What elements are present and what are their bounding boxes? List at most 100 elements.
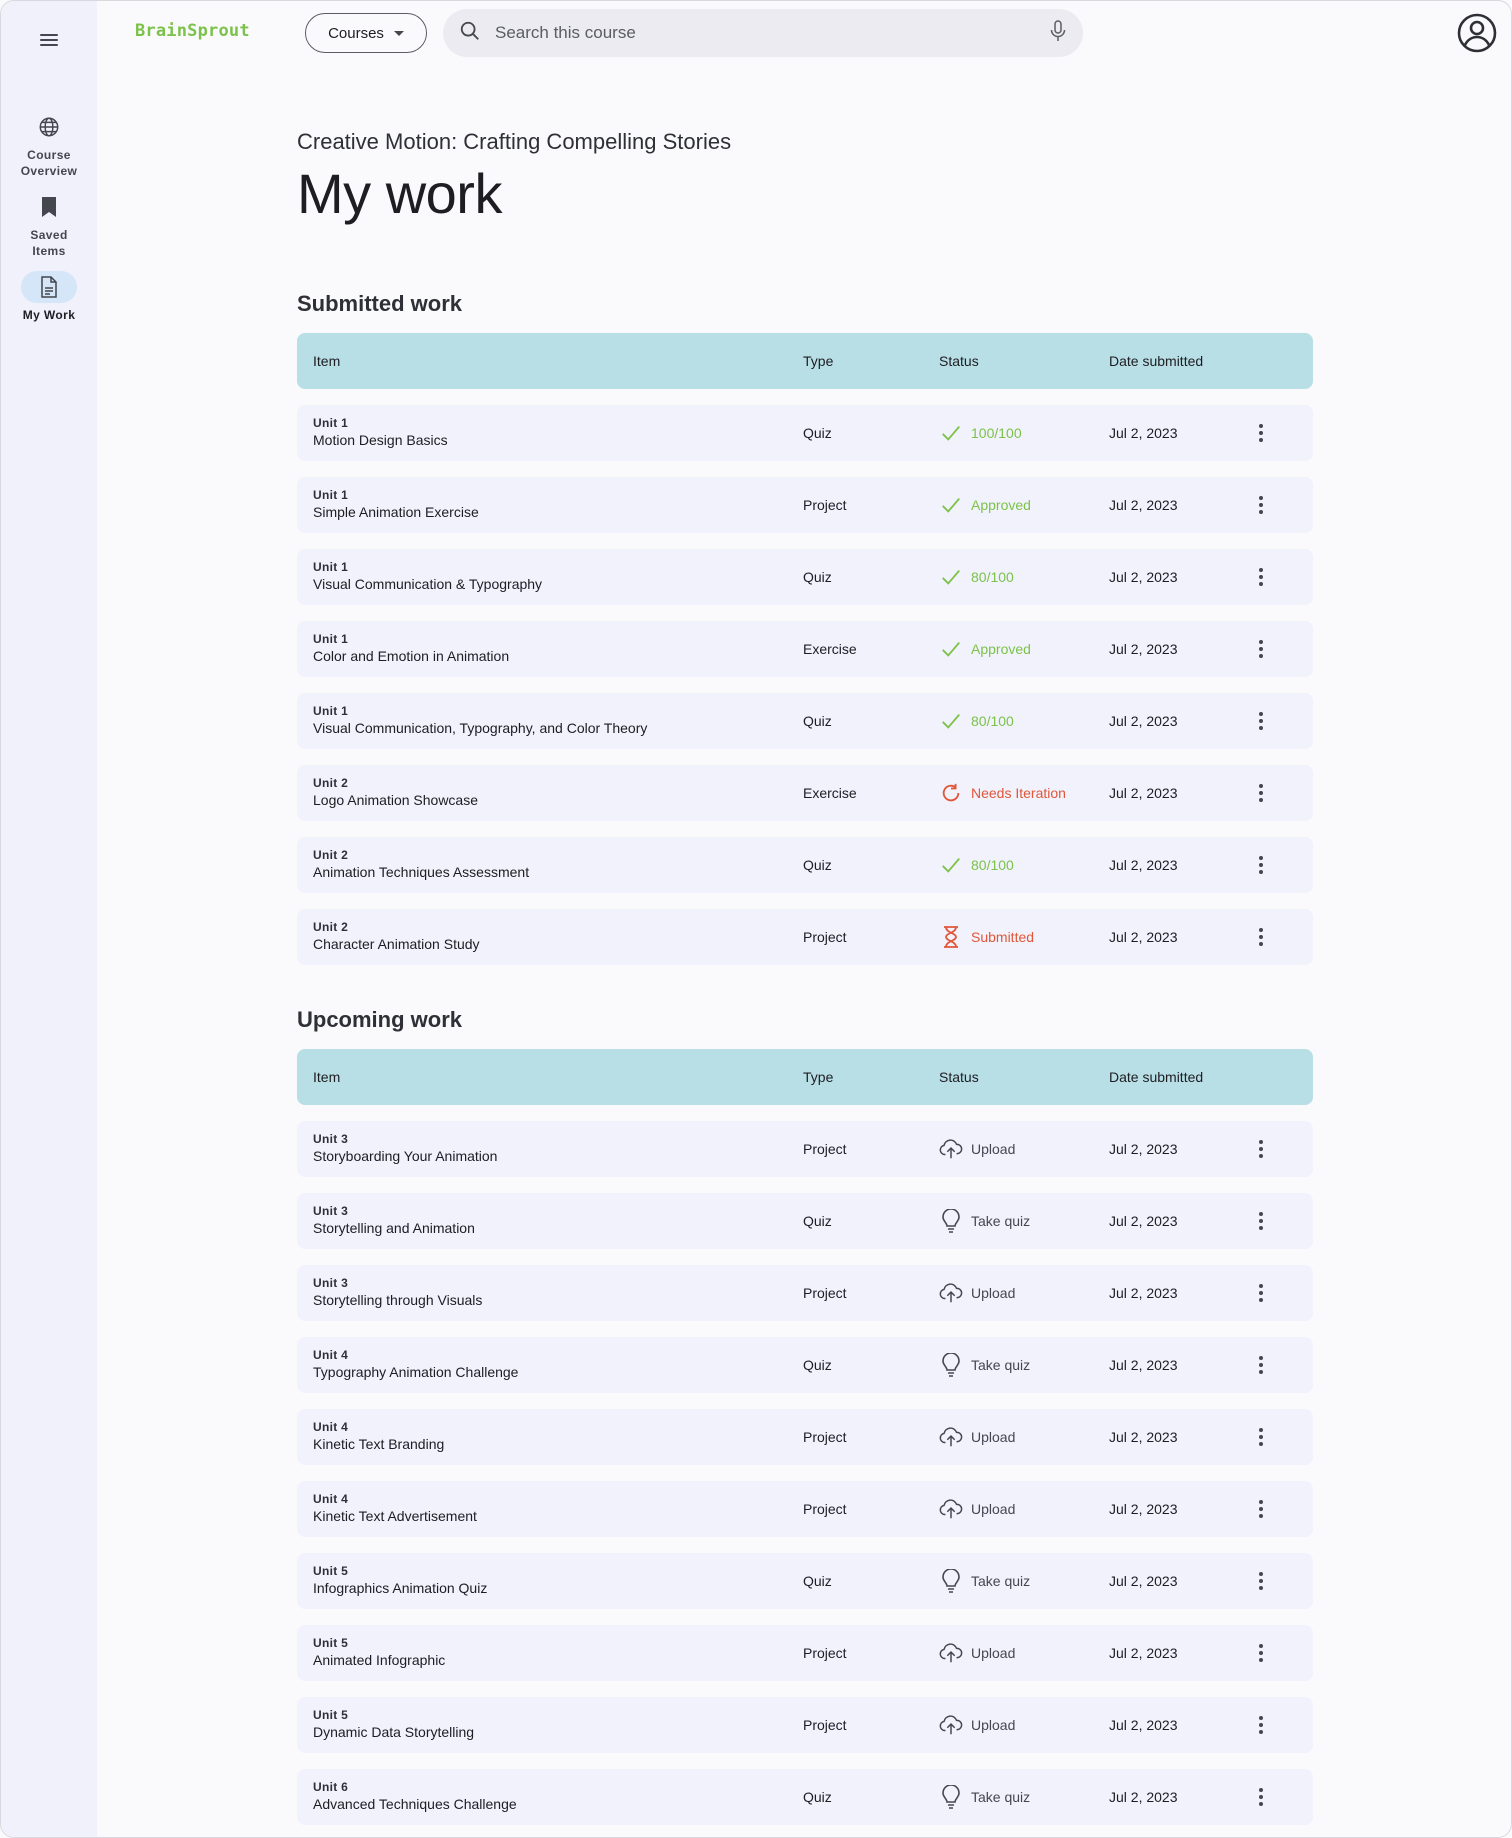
date-cell: Jul 2, 2023 [1109, 785, 1178, 801]
date-cell: Jul 2, 2023 [1109, 641, 1178, 657]
status-text: Upload [971, 1645, 1016, 1661]
table-row[interactable]: Unit 3 Storytelling through Visuals Projec… [297, 1265, 1313, 1321]
status-text: Take quiz [971, 1789, 1031, 1805]
more-options-icon[interactable] [1249, 565, 1273, 589]
column-header-item[interactable]: Item [297, 1069, 803, 1085]
item-name: Dynamic Data Storytelling [313, 1724, 475, 1740]
item-name: Kinetic Text Branding [313, 1436, 445, 1452]
more-options-icon[interactable] [1249, 853, 1273, 877]
table-row[interactable]: Unit 1 Visual Communication & Typography Q… [297, 549, 1313, 605]
upcoming-section-title: Upcoming work [297, 1007, 463, 1032]
column-header-item[interactable]: Item [297, 353, 803, 369]
column-header-type[interactable]: Type [803, 353, 939, 369]
nav-item-my-work[interactable]: My Work [1, 271, 97, 323]
item-cell: Unit 1 Visual Communication & Typography [297, 560, 803, 594]
item-name: Animated Infographic [313, 1652, 446, 1668]
more-options-icon[interactable] [1249, 1497, 1273, 1521]
brand-logo[interactable]: BrainSprout [135, 21, 250, 41]
nav-item-saved-items[interactable]: Saved Items [1, 191, 97, 259]
table-row[interactable]: Unit 4 Typography Animation Challenge Quiz… [297, 1337, 1313, 1393]
status-cell[interactable]: Upload [939, 1137, 1109, 1161]
status-cell[interactable]: Take quiz [939, 1569, 1109, 1593]
nav-item-course-overview[interactable]: Course Overview [1, 111, 97, 179]
table-row[interactable]: Unit 1 Visual Communication, Typography, … [297, 693, 1313, 749]
type-cell: Project [803, 497, 847, 513]
status-cell[interactable]: Upload [939, 1425, 1109, 1449]
table-row[interactable]: Unit 2 Character Animation Study Project Su… [297, 909, 1313, 965]
more-options-icon[interactable] [1249, 925, 1273, 949]
column-header-status[interactable]: Status [939, 1069, 1109, 1085]
date-cell: Jul 2, 2023 [1109, 425, 1178, 441]
table-row[interactable]: Unit 1 Motion Design Basics Quiz 100/100 Jul… [297, 405, 1313, 461]
more-options-icon[interactable] [1249, 1209, 1273, 1233]
more-options-icon[interactable] [1249, 493, 1273, 517]
table-row[interactable]: Unit 1 Color and Emotion in Animation Exer… [297, 621, 1313, 677]
item-cell: Unit 2 Character Animation Study [297, 920, 803, 954]
more-options-icon[interactable] [1249, 1281, 1273, 1305]
date-cell: Jul 2, 2023 [1109, 1141, 1178, 1157]
table-row[interactable]: Unit 1 Simple Animation Exercise Project Ap… [297, 477, 1313, 533]
type-cell: Quiz [803, 1789, 832, 1805]
menu-icon[interactable] [37, 31, 61, 51]
microphone-icon[interactable] [1049, 19, 1067, 47]
date-cell: Jul 2, 2023 [1109, 1213, 1178, 1229]
search-icon[interactable] [459, 20, 481, 47]
status-cell[interactable]: Upload [939, 1713, 1109, 1737]
status-text: Upload [971, 1429, 1016, 1445]
unit-label: Unit 4 [313, 1492, 349, 1506]
table-row[interactable]: Unit 5 Infographics Animation Quiz Quiz Tak… [297, 1553, 1313, 1609]
date-cell: Jul 2, 2023 [1109, 857, 1178, 873]
table-row[interactable]: Unit 2 Logo Animation Showcase Exercise Nee… [297, 765, 1313, 821]
more-options-icon[interactable] [1249, 1785, 1273, 1809]
app-window: Course Overview Saved Items My Work Brai… [0, 0, 1512, 1838]
checkmark-icon [939, 421, 963, 445]
column-header-date[interactable]: Date submitted [1109, 1069, 1249, 1085]
type-cell: Quiz [803, 857, 832, 873]
account-avatar-icon[interactable] [1457, 13, 1497, 53]
courses-dropdown[interactable]: Courses [305, 13, 427, 53]
status-cell[interactable]: Take quiz [939, 1209, 1109, 1233]
item-cell: Unit 4 Kinetic Text Advertisement [297, 1492, 803, 1526]
type-cell: Quiz [803, 1357, 832, 1373]
table-row[interactable]: Unit 4 Kinetic Text Branding Project Upload… [297, 1409, 1313, 1465]
status-cell[interactable]: Upload [939, 1497, 1109, 1521]
item-cell: Unit 2 Animation Techniques Assessment [297, 848, 803, 882]
table-row[interactable]: Unit 3 Storytelling and Animation Quiz Take… [297, 1193, 1313, 1249]
table-row[interactable]: Unit 4 Kinetic Text Advertisement Project U… [297, 1481, 1313, 1537]
status-cell[interactable]: Take quiz [939, 1353, 1109, 1377]
table-row[interactable]: Unit 2 Animation Techniques Assessment Qui… [297, 837, 1313, 893]
more-options-icon[interactable] [1249, 1353, 1273, 1377]
column-header-date[interactable]: Date submitted [1109, 353, 1249, 369]
more-options-icon[interactable] [1249, 1425, 1273, 1449]
date-cell: Jul 2, 2023 [1109, 713, 1178, 729]
more-options-icon[interactable] [1249, 1641, 1273, 1665]
table-row[interactable]: Unit 5 Dynamic Data Storytelling Project Up… [297, 1697, 1313, 1753]
unit-label: Unit 4 [313, 1420, 349, 1434]
status-cell[interactable]: Upload [939, 1281, 1109, 1305]
lightbulb-icon [939, 1569, 963, 1593]
table-row[interactable]: Unit 5 Animated Infographic Project Upload J… [297, 1625, 1313, 1681]
more-options-icon[interactable] [1249, 421, 1273, 445]
status-cell: 80/100 [939, 709, 1109, 733]
more-options-icon[interactable] [1249, 709, 1273, 733]
more-options-icon[interactable] [1249, 1713, 1273, 1737]
more-options-icon[interactable] [1249, 1569, 1273, 1593]
cloud-upload-icon [939, 1425, 963, 1449]
more-options-icon[interactable] [1249, 1137, 1273, 1161]
item-cell: Unit 4 Kinetic Text Branding [297, 1420, 803, 1454]
status-text: Approved [971, 641, 1031, 657]
table-header: Item Type Status Date submitted [297, 1049, 1313, 1105]
nav-label: Overview [20, 164, 78, 178]
status-cell[interactable]: Upload [939, 1641, 1109, 1665]
more-options-icon[interactable] [1249, 781, 1273, 805]
search-input[interactable] [495, 23, 1049, 43]
upcoming-work-table: Item Type Status Date submitted Unit 3 St… [297, 1049, 1313, 1825]
status-cell[interactable]: Take quiz [939, 1785, 1109, 1809]
item-name: Kinetic Text Advertisement [313, 1508, 477, 1524]
more-options-icon[interactable] [1249, 637, 1273, 661]
column-header-type[interactable]: Type [803, 1069, 939, 1085]
table-row[interactable]: Unit 3 Storyboarding Your Animation Projec… [297, 1121, 1313, 1177]
column-header-status[interactable]: Status [939, 353, 1109, 369]
table-row[interactable]: Unit 6 Advanced Techniques Challenge Quiz T… [297, 1769, 1313, 1825]
status-text: 100/100 [971, 425, 1022, 441]
